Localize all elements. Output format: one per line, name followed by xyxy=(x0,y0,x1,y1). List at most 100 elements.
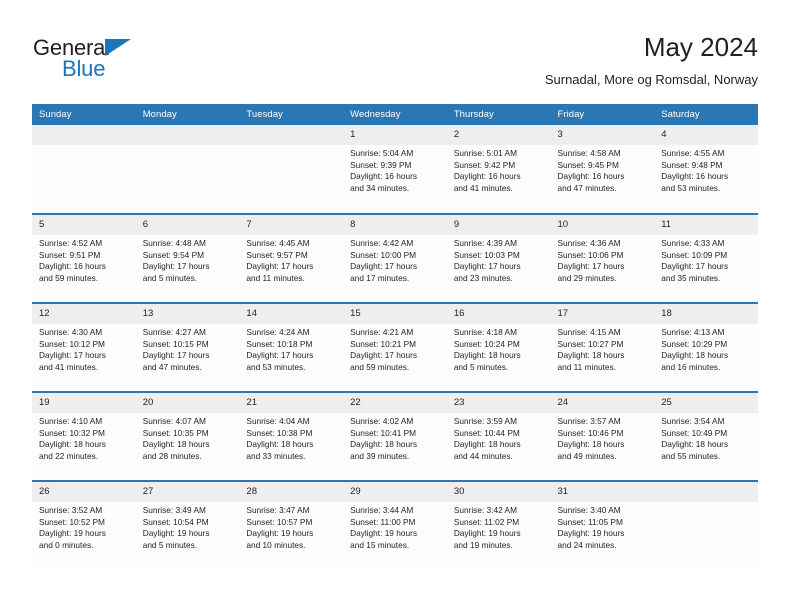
sunrise-text: Sunrise: 4:33 AM xyxy=(661,238,725,248)
daylight-text-line1: Daylight: 17 hours xyxy=(246,350,314,361)
day-cell[interactable]: 7 Sunrise: 4:45 AM Sunset: 9:57 PM Dayli… xyxy=(239,213,344,303)
day-cell[interactable]: 10 Sunrise: 4:36 AM Sunset: 10:06 PM Day… xyxy=(550,213,655,303)
sunset-text: Sunset: 10:29 PM xyxy=(661,338,728,349)
day-cell[interactable] xyxy=(135,125,240,214)
day-cell[interactable]: 3 Sunrise: 4:58 AM Sunset: 9:45 PM Dayli… xyxy=(550,125,655,214)
day-cell[interactable]: 24 Sunrise: 3:57 AM Sunset: 10:46 PM Day… xyxy=(550,391,655,481)
daylight-text-line2: and 59 minutes. xyxy=(350,361,410,372)
day-details: Sunrise: 4:10 AM Sunset: 10:32 PM Daylig… xyxy=(32,413,136,462)
weekday-header-monday: Monday xyxy=(135,104,240,125)
day-details: Sunrise: 5:01 AM Sunset: 9:42 PM Dayligh… xyxy=(447,145,551,194)
day-cell[interactable]: 21 Sunrise: 4:04 AM Sunset: 10:38 PM Day… xyxy=(239,391,344,481)
day-number: 2 xyxy=(446,125,551,145)
weekday-header-thursday: Thursday xyxy=(446,104,551,125)
day-number: 9 xyxy=(446,215,551,235)
sunrise-text: Sunrise: 3:52 AM xyxy=(39,505,103,515)
day-cell[interactable]: 20 Sunrise: 4:07 AM Sunset: 10:35 PM Day… xyxy=(135,391,240,481)
calendar-week-row: 1 Sunrise: 5:04 AM Sunset: 9:39 PM Dayli… xyxy=(32,125,758,214)
day-cell[interactable]: 6 Sunrise: 4:48 AM Sunset: 9:54 PM Dayli… xyxy=(135,213,240,303)
day-cell[interactable]: 23 Sunrise: 3:59 AM Sunset: 10:44 PM Day… xyxy=(446,391,551,481)
day-number: 15 xyxy=(343,304,447,324)
sunrise-text: Sunrise: 3:57 AM xyxy=(557,416,621,426)
sunset-text: Sunset: 11:02 PM xyxy=(453,516,520,527)
daylight-text-line1: Daylight: 16 hours xyxy=(350,171,417,182)
sunrise-text: Sunrise: 4:07 AM xyxy=(142,416,206,426)
day-cell[interactable] xyxy=(654,480,758,570)
day-cell[interactable]: 13 Sunrise: 4:27 AM Sunset: 10:15 PM Day… xyxy=(135,302,240,392)
day-cell[interactable]: 15 Sunrise: 4:21 AM Sunset: 10:21 PM Day… xyxy=(343,302,447,392)
day-details: Sunrise: 4:04 AM Sunset: 10:38 PM Daylig… xyxy=(239,413,343,462)
day-cell[interactable]: 2 Sunrise: 5:01 AM Sunset: 9:42 PM Dayli… xyxy=(446,125,551,214)
day-cell[interactable]: 14 Sunrise: 4:24 AM Sunset: 10:18 PM Day… xyxy=(239,302,344,392)
day-details: Sunrise: 4:36 AM Sunset: 10:06 PM Daylig… xyxy=(551,235,655,284)
day-cell[interactable]: 1 Sunrise: 5:04 AM Sunset: 9:39 PM Dayli… xyxy=(343,125,447,214)
sunset-text: Sunset: 10:54 PM xyxy=(142,516,209,527)
day-cell[interactable] xyxy=(32,125,136,214)
day-cell[interactable]: 8 Sunrise: 4:42 AM Sunset: 10:00 PM Dayl… xyxy=(343,213,447,303)
day-number: 7 xyxy=(239,215,344,235)
day-cell[interactable]: 4 Sunrise: 4:55 AM Sunset: 9:48 PM Dayli… xyxy=(654,125,758,214)
sunset-text: Sunset: 9:48 PM xyxy=(661,159,723,170)
calendar-table: Sunday Monday Tuesday Wednesday Thursday… xyxy=(32,104,758,570)
day-cell[interactable]: 31 Sunrise: 3:40 AM Sunset: 11:05 PM Day… xyxy=(550,480,655,570)
daylight-text-line2: and 53 minutes. xyxy=(246,361,306,372)
daylight-text-line1: Daylight: 19 hours xyxy=(453,528,521,539)
day-cell[interactable]: 16 Sunrise: 4:18 AM Sunset: 10:24 PM Day… xyxy=(446,302,551,392)
sunset-text: Sunset: 10:32 PM xyxy=(39,427,105,438)
daylight-text-line2: and 41 minutes. xyxy=(453,182,513,193)
sunset-text: Sunset: 10:52 PM xyxy=(39,516,105,527)
day-cell[interactable]: 9 Sunrise: 4:39 AM Sunset: 10:03 PM Dayl… xyxy=(446,213,551,303)
daylight-text-line2: and 23 minutes. xyxy=(453,272,513,283)
day-details: Sunrise: 4:58 AM Sunset: 9:45 PM Dayligh… xyxy=(551,145,655,194)
day-cell[interactable]: 28 Sunrise: 3:47 AM Sunset: 10:57 PM Day… xyxy=(239,480,344,570)
sunrise-text: Sunrise: 4:21 AM xyxy=(350,327,414,337)
day-cell[interactable]: 30 Sunrise: 3:42 AM Sunset: 11:02 PM Day… xyxy=(446,480,551,570)
day-details: Sunrise: 4:30 AM Sunset: 10:12 PM Daylig… xyxy=(32,324,136,373)
day-number: 23 xyxy=(446,393,551,413)
day-cell[interactable]: 18 Sunrise: 4:13 AM Sunset: 10:29 PM Day… xyxy=(654,302,758,392)
day-cell[interactable]: 22 Sunrise: 4:02 AM Sunset: 10:41 PM Day… xyxy=(343,391,447,481)
daylight-text-line2: and 17 minutes. xyxy=(350,272,410,283)
day-cell[interactable]: 12 Sunrise: 4:30 AM Sunset: 10:12 PM Day… xyxy=(32,302,136,392)
daylight-text-line1: Daylight: 19 hours xyxy=(246,528,314,539)
day-number: 8 xyxy=(343,215,447,235)
daylight-text-line2: and 5 minutes. xyxy=(453,361,509,372)
weekday-header-saturday: Saturday xyxy=(654,104,758,125)
daylight-text-line1: Daylight: 18 hours xyxy=(557,439,625,450)
sunset-text: Sunset: 10:38 PM xyxy=(246,427,313,438)
daylight-text-line1: Daylight: 18 hours xyxy=(453,439,521,450)
daylight-text-line2: and 49 minutes. xyxy=(557,450,617,461)
weekday-header-wednesday: Wednesday xyxy=(343,104,447,125)
day-cell[interactable]: 26 Sunrise: 3:52 AM Sunset: 10:52 PM Day… xyxy=(32,480,136,570)
daylight-text-line1: Daylight: 18 hours xyxy=(142,439,210,450)
sunset-text: Sunset: 9:45 PM xyxy=(557,159,619,170)
weekday-header-sunday: Sunday xyxy=(32,104,136,125)
day-cell[interactable]: 29 Sunrise: 3:44 AM Sunset: 11:00 PM Day… xyxy=(343,480,447,570)
day-cell[interactable] xyxy=(239,125,344,214)
daylight-text-line2: and 19 minutes. xyxy=(453,539,513,550)
day-cell[interactable]: 19 Sunrise: 4:10 AM Sunset: 10:32 PM Day… xyxy=(32,391,136,481)
day-details: Sunrise: 4:24 AM Sunset: 10:18 PM Daylig… xyxy=(239,324,343,373)
day-details: Sunrise: 4:27 AM Sunset: 10:15 PM Daylig… xyxy=(136,324,240,373)
daylight-text-line1: Daylight: 19 hours xyxy=(39,528,106,539)
day-cell[interactable]: 27 Sunrise: 3:49 AM Sunset: 10:54 PM Day… xyxy=(135,480,240,570)
sunset-text: Sunset: 11:00 PM xyxy=(350,516,416,527)
day-number: 28 xyxy=(239,482,344,502)
day-cell[interactable]: 5 Sunrise: 4:52 AM Sunset: 9:51 PM Dayli… xyxy=(32,213,136,303)
daylight-text-line1: Daylight: 16 hours xyxy=(661,171,729,182)
calendar-week-row: 19 Sunrise: 4:10 AM Sunset: 10:32 PM Day… xyxy=(32,391,758,481)
day-cell[interactable]: 17 Sunrise: 4:15 AM Sunset: 10:27 PM Day… xyxy=(550,302,655,392)
day-cell[interactable]: 11 Sunrise: 4:33 AM Sunset: 10:09 PM Day… xyxy=(654,213,758,303)
page-header: General Blue May 2024 Surnadal, More og … xyxy=(0,0,792,100)
sunrise-text: Sunrise: 4:18 AM xyxy=(453,327,517,337)
daylight-text-line2: and 11 minutes. xyxy=(246,272,305,283)
daylight-text-line1: Daylight: 17 hours xyxy=(246,261,314,272)
day-details: Sunrise: 4:21 AM Sunset: 10:21 PM Daylig… xyxy=(343,324,447,373)
day-cell[interactable]: 25 Sunrise: 3:54 AM Sunset: 10:49 PM Day… xyxy=(654,391,758,481)
daylight-text-line1: Daylight: 18 hours xyxy=(246,439,314,450)
day-number xyxy=(654,482,758,502)
day-number: 14 xyxy=(239,304,344,324)
calendar-week-row: 26 Sunrise: 3:52 AM Sunset: 10:52 PM Day… xyxy=(32,480,758,570)
calendar-header-row: Sunday Monday Tuesday Wednesday Thursday… xyxy=(32,104,758,125)
daylight-text-line2: and 35 minutes. xyxy=(661,272,721,283)
